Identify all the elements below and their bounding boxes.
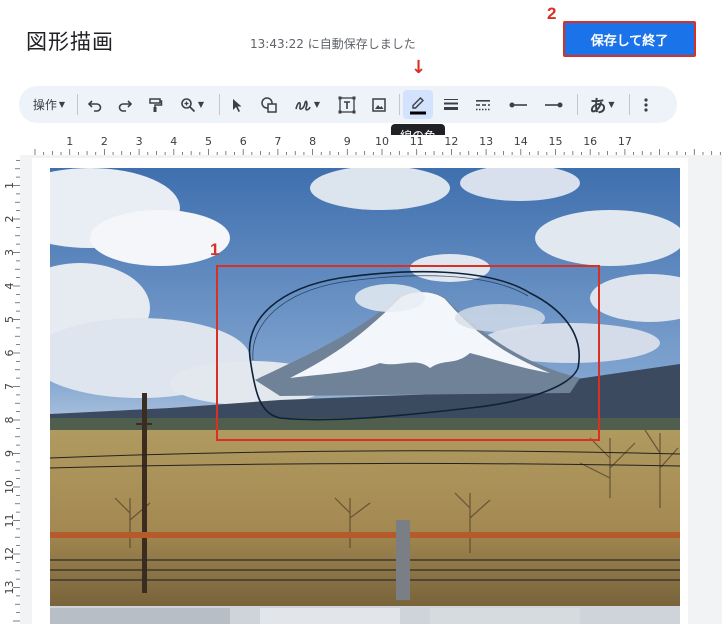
ruler-label: 9 [344, 135, 351, 148]
ruler-label: 16 [583, 135, 597, 148]
line-dash-icon [476, 99, 490, 110]
ruler-label: 2 [101, 135, 108, 148]
paint-format-button[interactable] [141, 86, 169, 123]
annotation-arrow: ↓ [411, 57, 427, 78]
ruler-label: 4 [3, 283, 16, 290]
ruler-label: 8 [3, 417, 16, 424]
ruler-label: 7 [3, 383, 16, 390]
line-end-icon [545, 102, 563, 107]
chevron-down-icon: ▼ [197, 100, 205, 109]
toolbar-divider [577, 94, 578, 115]
ruler-label: 13 [3, 581, 16, 595]
line-color-icon [410, 96, 426, 114]
text-box-button[interactable] [333, 86, 361, 123]
ruler-label: 17 [618, 135, 632, 148]
ruler-label: 2 [3, 216, 16, 223]
select-icon [233, 98, 242, 112]
ruler-label: 4 [170, 135, 177, 148]
ruler-label: 12 [444, 135, 458, 148]
line-end-button[interactable] [537, 86, 569, 123]
actions-menu[interactable]: 操作 ▼ [29, 86, 69, 123]
ruler-label: 11 [3, 514, 16, 528]
ruler-label: 3 [3, 249, 16, 256]
ruler-label: 11 [410, 135, 424, 148]
chevron-down-icon: ▼ [58, 100, 66, 109]
toolbar-divider [629, 94, 630, 115]
page-title: 図形描画 [26, 30, 114, 54]
select-tool-button[interactable] [223, 86, 251, 123]
line-color-button[interactable] [403, 90, 433, 119]
horizontal-ruler[interactable]: 1 2 3 4 5 6 7 8 9 10 11 12 13 14 15 16 17 [0, 135, 722, 155]
line-dash-button[interactable] [469, 86, 497, 123]
vertical-ruler[interactable]: 12345678910111213 [0, 155, 20, 624]
ruler-label: 3 [136, 135, 143, 148]
undo-icon [87, 99, 102, 112]
line-start-button[interactable] [503, 86, 535, 123]
ruler-label: 7 [274, 135, 281, 148]
line-start-icon [509, 102, 527, 107]
autosave-status: 13:43:22 に自動保存しました [250, 37, 416, 51]
font-icon: あ [589, 97, 607, 117]
shape-tool-button[interactable] [255, 86, 283, 123]
annotation-highlight-box [216, 265, 600, 441]
actions-menu-label: 操作 [32, 98, 57, 112]
line-tool-button[interactable]: ▼ [287, 86, 327, 123]
zoom-button[interactable]: ▼ [173, 86, 211, 123]
save-and-close-button[interactable]: 保存して終了 [563, 21, 696, 57]
redo-icon [118, 99, 133, 112]
zoom-icon [181, 97, 196, 112]
toolbar: 操作 ▼ ▼ ▼ あ ▼ [19, 86, 677, 123]
ruler-label: 10 [3, 480, 16, 494]
image-icon [372, 97, 386, 112]
paint-format-icon [149, 97, 163, 112]
ruler-label: 1 [3, 182, 16, 189]
toolbar-divider [219, 94, 220, 115]
ruler-label: 13 [479, 135, 493, 148]
toolbar-divider [399, 94, 400, 115]
annotation-marker-1: 1 [210, 240, 220, 259]
undo-button[interactable] [81, 86, 109, 123]
ruler-label: 10 [375, 135, 389, 148]
line-weight-icon [444, 98, 458, 110]
redo-button[interactable] [111, 86, 139, 123]
font-button[interactable]: あ ▼ [581, 86, 623, 123]
chevron-down-icon: ▼ [313, 100, 321, 109]
ruler-label: 14 [514, 135, 528, 148]
more-icon [644, 97, 648, 112]
ruler-label: 6 [240, 135, 247, 148]
ruler-label: 1 [66, 135, 73, 148]
ruler-label: 15 [549, 135, 563, 148]
scribble-icon [295, 100, 311, 111]
shape-icon [261, 96, 277, 113]
ruler-label: 6 [3, 350, 16, 357]
ruler-label: 5 [205, 135, 212, 148]
annotation-marker-2: 2 [547, 4, 557, 23]
line-weight-button[interactable] [437, 86, 465, 123]
chevron-down-icon: ▼ [608, 100, 615, 109]
toolbar-divider [77, 94, 78, 115]
more-options-button[interactable] [633, 86, 659, 123]
text-box-icon [338, 96, 356, 113]
ruler-label: 12 [3, 547, 16, 561]
insert-image-button[interactable] [365, 86, 393, 123]
ruler-label: 8 [309, 135, 316, 148]
ruler-label: 9 [3, 450, 16, 457]
ruler-label: 5 [3, 316, 16, 323]
